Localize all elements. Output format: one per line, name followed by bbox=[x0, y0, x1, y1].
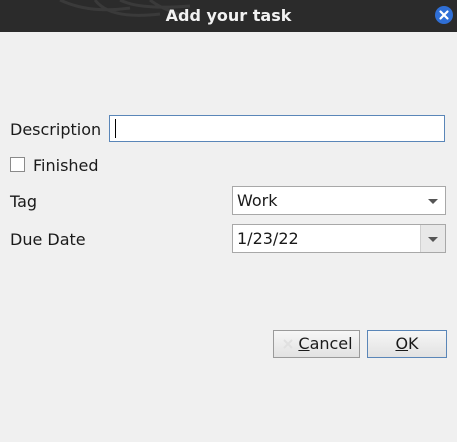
tag-select[interactable]: Work bbox=[232, 186, 446, 215]
tag-select-value: Work bbox=[237, 191, 278, 210]
due-date-label: Due Date bbox=[10, 230, 86, 249]
cancel-button[interactable]: Cancel bbox=[273, 330, 360, 358]
finished-checkbox[interactable] bbox=[10, 157, 25, 172]
ok-button[interactable]: OK bbox=[367, 330, 447, 358]
add-task-dialog: Add your task Description Finished Tag W… bbox=[0, 0, 457, 442]
ok-mnemonic: O bbox=[395, 334, 409, 353]
cancel-mnemonic: C bbox=[298, 334, 310, 353]
tag-label: Tag bbox=[10, 192, 38, 211]
ok-label: K bbox=[408, 334, 419, 353]
close-icon[interactable] bbox=[435, 6, 453, 24]
cancel-x-icon bbox=[283, 339, 293, 349]
description-label: Description bbox=[10, 120, 102, 139]
cancel-label: ancel bbox=[309, 334, 353, 353]
title-bar[interactable]: Add your task bbox=[0, 0, 457, 32]
due-date-picker[interactable]: 1/23/22 bbox=[232, 224, 446, 253]
window-title: Add your task bbox=[165, 6, 292, 25]
text-caret bbox=[115, 119, 116, 138]
due-date-value: 1/23/22 bbox=[237, 229, 299, 248]
chevron-down-icon[interactable] bbox=[420, 225, 445, 252]
chevron-down-icon[interactable] bbox=[421, 187, 445, 214]
description-input[interactable] bbox=[109, 115, 445, 142]
finished-label[interactable]: Finished bbox=[33, 156, 99, 176]
